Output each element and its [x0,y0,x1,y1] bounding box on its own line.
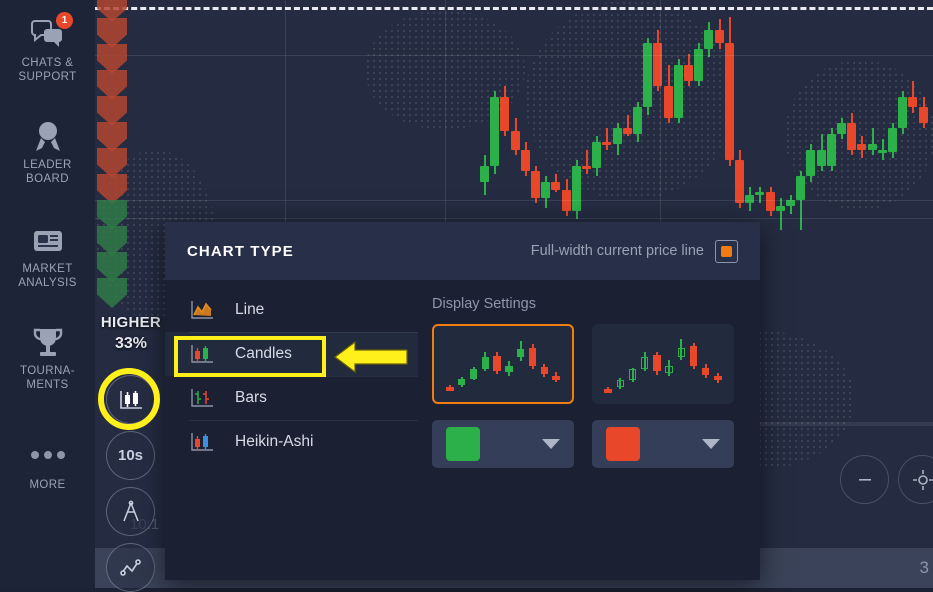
deal-arrow-marker [97,44,127,74]
deal-arrow-marker [97,148,127,178]
line-chart-icon [189,299,215,321]
annotation-arrow-icon [334,340,408,374]
chart-type-option-line[interactable]: Line [165,288,418,332]
chart-type-list: Line Candles Bars Heikin-Ashi [165,280,418,580]
deal-arrow-marker [97,122,127,152]
sidebar-item-market-analysis[interactable]: MARKET ANALYSIS [0,220,95,290]
annotation-highlight-box [174,336,326,377]
chart-type-label-bars: Bars [235,389,267,406]
left-navigation-rail: 1 CHATS & SUPPORT LEADER BOARD MARKET AN… [0,0,95,588]
candle-style-hollow-preview[interactable] [592,324,734,404]
sidebar-label-market-line2: ANALYSIS [18,277,77,289]
indicators-button[interactable] [106,543,155,592]
chevron-down-icon-up [542,439,560,449]
full-width-price-line-label: Full-width current price line [530,243,704,259]
trade-tools-column: HIGHER 33% 10s [95,300,167,592]
bottom-bar-value: 3 [919,558,929,577]
sidebar-label-chats-line2: SUPPORT [18,71,77,83]
chat-bubbles-icon: 1 [0,12,95,56]
sidebar-label-chats-line1: CHATS & [21,57,74,69]
down-color-swatch [606,427,640,461]
current-price-line [95,7,933,10]
up-color-swatch [446,427,480,461]
bars-chart-icon [189,387,215,409]
up-color-picker[interactable] [432,420,574,468]
chats-unread-badge: 1 [56,12,73,29]
sidebar-item-chats-support[interactable]: 1 CHATS & SUPPORT [0,12,95,84]
panel-header: CHART TYPE Full-width current price line [165,222,760,280]
sidebar-item-more[interactable]: MORE [0,442,95,492]
chart-type-label-heikin-ashi: Heikin-Ashi [235,433,314,450]
highlight-ring-chart-type [98,368,160,430]
sidebar-label-leader-line2: BOARD [26,173,69,185]
sidebar-label-tourn-line2: MENTS [26,379,69,391]
payout-percent: 33% [114,335,148,352]
sidebar-label-leader-line1: LEADER [23,159,72,171]
timeframe-label: 10s [117,447,144,464]
drawing-tools-button[interactable] [106,487,155,536]
display-settings-title: Display Settings [432,296,536,312]
direction-label: HIGHER [100,314,162,331]
deal-arrow-marker [97,226,127,256]
sidebar-label-market-line1: MARKET [22,263,73,275]
deal-arrow-marker [97,200,127,230]
chevron-down-icon-down [702,439,720,449]
candle-style-filled-preview[interactable] [432,324,574,404]
chart-type-option-bars[interactable]: Bars [165,376,418,420]
deal-arrow-marker [97,70,127,100]
display-settings-section: Display Settings [418,280,760,580]
deal-arrow-marker [97,174,127,204]
sidebar-item-leader-board[interactable]: LEADER BOARD [0,116,95,186]
deal-arrow-marker [97,96,127,126]
news-icon [0,220,95,262]
deal-arrow-marker [97,18,127,48]
full-width-price-line-toggle[interactable] [715,239,738,263]
deal-arrow-marker [97,252,127,282]
sidebar-item-tournaments[interactable]: TOURNA- MENTS [0,322,95,392]
sidebar-label-tourn-line1: TOURNA- [20,365,75,377]
panel-title: CHART TYPE [187,242,294,260]
sidebar-label-more: MORE [29,479,66,491]
panel-divider [760,422,933,426]
chart-type-option-heikin-ashi[interactable]: Heikin-Ashi [165,420,418,464]
panel-body: Line Candles Bars Heikin-Ashi Display Se… [165,280,760,580]
timeframe-button[interactable]: 10s [106,431,155,480]
chart-type-label-line: Line [235,301,265,318]
chart-type-panel: CHART TYPE Full-width current price line… [165,222,760,580]
trophy-icon [0,322,95,364]
down-color-picker[interactable] [592,420,734,468]
heikin-ashi-icon [189,431,215,453]
medal-icon [0,116,95,158]
ellipsis-icon [0,442,95,468]
zoom-out-button[interactable] [840,455,889,504]
